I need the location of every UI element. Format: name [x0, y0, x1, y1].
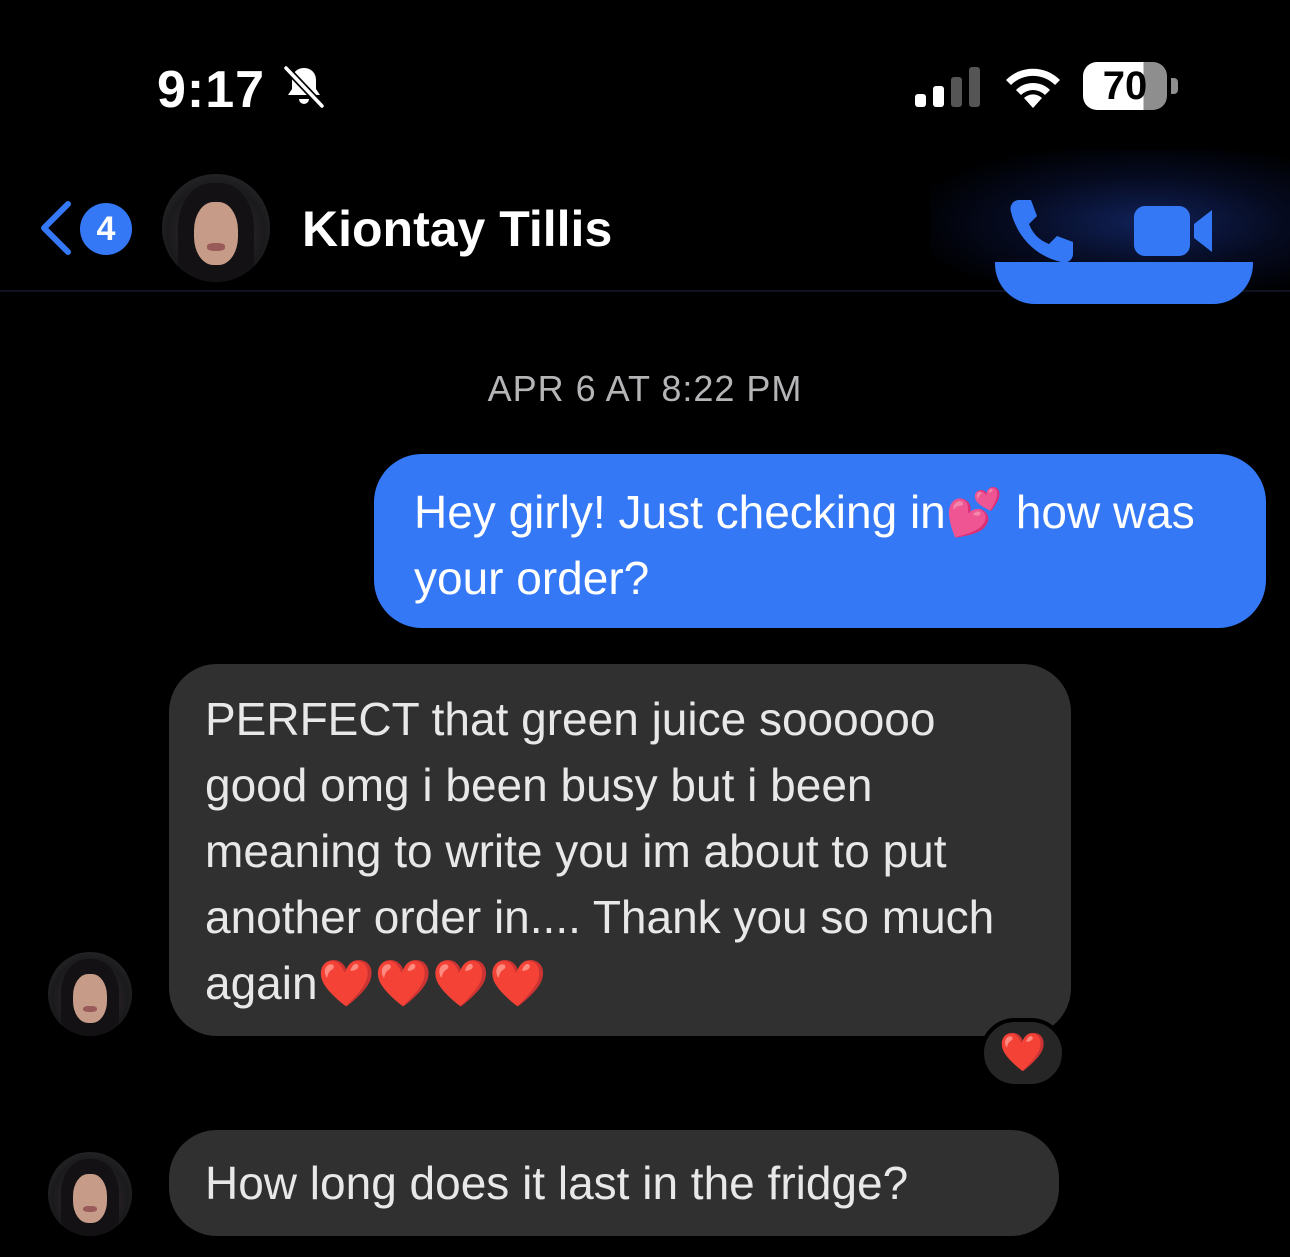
contact-avatar[interactable]	[162, 174, 270, 282]
unread-badge[interactable]: 4	[80, 203, 132, 255]
chevron-left-icon[interactable]	[36, 198, 76, 258]
message-timestamp: APR 6 AT 8:22 PM	[487, 368, 803, 409]
phone-icon[interactable]	[1005, 194, 1077, 266]
video-icon[interactable]	[1132, 202, 1216, 260]
status-bar: 9:17 70	[0, 0, 1290, 150]
bell-slash-icon	[283, 65, 325, 109]
sender-avatar[interactable]	[48, 1152, 132, 1236]
incoming-message[interactable]: PERFECT that green juice soooooo good om…	[169, 664, 1071, 1036]
wifi-icon	[1006, 68, 1060, 108]
previous-message-bubble	[995, 262, 1253, 304]
sender-avatar[interactable]	[48, 952, 132, 1036]
heart-reaction[interactable]: ❤️	[980, 1018, 1066, 1088]
battery-icon: 70	[1083, 62, 1179, 112]
status-time: 9:17	[157, 61, 266, 119]
outgoing-message[interactable]: Hey girly! Just checking in💕 how was you…	[374, 454, 1266, 628]
contact-name[interactable]: Kiontay Tillis	[302, 200, 612, 258]
battery-level: 70	[1102, 64, 1148, 108]
incoming-message[interactable]: How long does it last in the fridge?	[169, 1130, 1059, 1236]
signal-icon	[915, 67, 980, 107]
